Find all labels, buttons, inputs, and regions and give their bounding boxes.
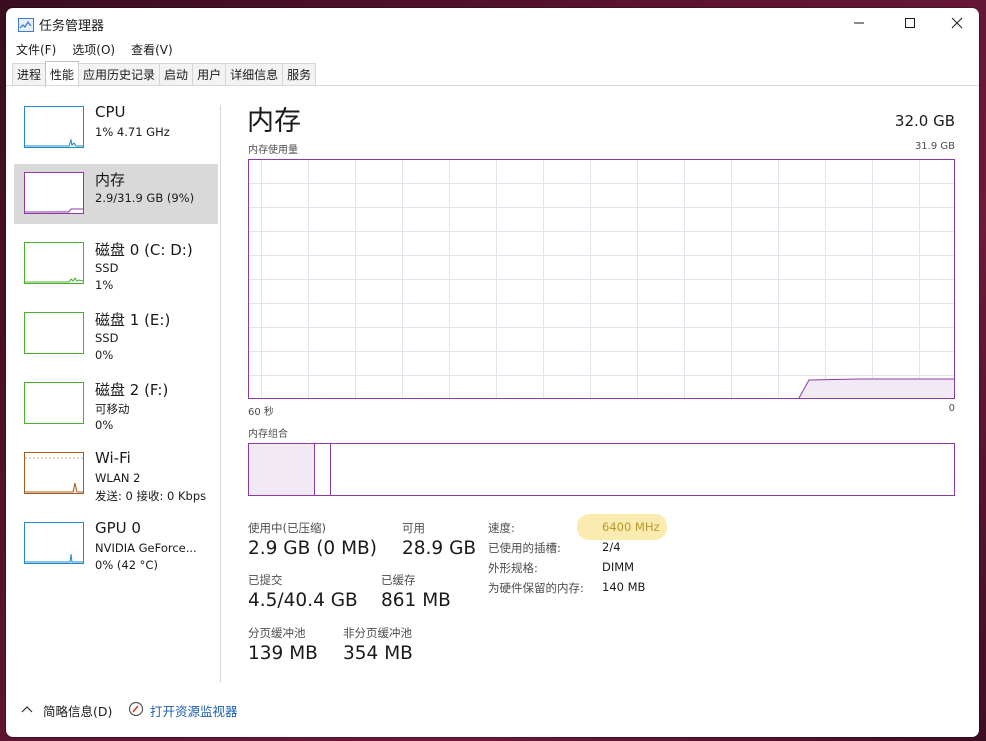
gpu-thumbnail-graph [24,522,84,564]
speed-label: 速度: [488,521,515,535]
speed-value: 6400 MHz [602,520,660,534]
tab-divider [6,85,979,86]
sidebar-divider [220,105,221,683]
cpu-thumbnail-graph [24,106,84,148]
sidebar-item-name: CPU [95,103,126,121]
sidebar-item-wifi[interactable]: Wi-Fi WLAN 2 发送: 0 接收: 0 Kbps [14,444,218,504]
hardware-reserved-label: 为硬件保留的内存: [488,581,584,595]
sidebar-item-detail: WLAN 2 [95,471,141,485]
hardware-reserved-value: 140 MB [602,580,646,594]
tab-processes[interactable]: 进程 [12,63,47,85]
memory-usage-svg [249,160,954,399]
in-use-label: 使用中(已压缩) [248,521,326,535]
sidebar-item-usage: 0% (42 °C) [95,558,158,572]
menu-options[interactable]: 选项(O) [62,39,121,59]
committed-label: 已提交 [248,573,283,587]
close-button[interactable] [934,8,979,38]
total-memory: 32.0 GB [894,112,955,130]
sidebar-item-usage: 1% [95,278,114,292]
sidebar-item-throughput: 发送: 0 接收: 0 Kbps [95,489,207,503]
disk0-thumbnail-graph [24,242,84,284]
available-label: 可用 [402,521,425,535]
nonpaged-pool-label: 非分页缓冲池 [343,626,412,640]
cached-label: 已缓存 [381,573,416,587]
tab-services[interactable]: 服务 [282,63,317,85]
memory-usage-graph [248,159,955,399]
tab-users[interactable]: 用户 [192,63,227,85]
sidebar-item-usage: 0% [95,348,114,362]
open-resource-monitor-link[interactable]: 打开资源监视器 [150,701,238,720]
paged-pool-label: 分页缓冲池 [248,626,306,640]
cached-value: 861 MB [381,590,451,611]
task-manager-icon [18,17,34,36]
resource-monitor-icon[interactable] [128,701,144,720]
chevron-up-icon[interactable] [21,702,33,717]
sidebar-item-gpu[interactable]: GPU 0 NVIDIA GeForce... 0% (42 °C) [14,514,218,574]
wifi-thumbnail-graph [24,452,84,494]
tab-startup[interactable]: 启动 [159,63,194,85]
nonpaged-pool-value: 354 MB [343,643,413,664]
menu-bar: 文件(F) 选项(O) 查看(V) [6,39,179,59]
sidebar-item-detail: SSD [95,261,119,275]
tab-strip: 进程 性能 应用历史记录 启动 用户 详细信息 服务 [12,61,317,87]
form-factor-value: DIMM [602,560,635,574]
time-axis-start: 60 秒 [248,407,274,418]
disk1-thumbnail-graph [24,312,84,354]
form-factor-label: 外形规格: [488,561,538,575]
composition-modified[interactable] [315,444,331,495]
sidebar-item-disk1[interactable]: 磁盘 1 (E:) SSD 0% [14,304,218,364]
title-bar: 任务管理器 [6,8,979,38]
slots-label: 已使用的插槽: [488,541,561,555]
sidebar-item-cpu[interactable]: CPU 1% 4.71 GHz [14,98,218,158]
menu-view[interactable]: 查看(V) [121,39,179,59]
usage-graph-label: 内存使用量 [248,145,298,156]
sidebar-item-detail: 可移动 [95,402,130,416]
task-manager-window: 任务管理器 文件(F) 选项(O) 查看(V) 进程 性能 应用历史记录 启动 … [6,8,979,737]
paged-pool-value: 139 MB [248,643,318,664]
fewer-details-button[interactable]: 简略信息(D) [43,701,112,720]
tab-app-history[interactable]: 应用历史记录 [78,63,161,85]
committed-value: 4.5/40.4 GB [248,590,358,611]
tab-details[interactable]: 详细信息 [225,63,284,85]
sidebar-item-memory[interactable]: 内存 2.9/31.9 GB (9%) [14,164,218,224]
time-axis-end: 0 [948,403,955,414]
footer-bar: 简略信息(D) 打开资源监视器 [6,698,979,722]
memory-thumbnail-graph [24,172,84,214]
sidebar-item-disk0[interactable]: 磁盘 0 (C: D:) SSD 1% [14,234,218,294]
window-title: 任务管理器 [39,19,105,34]
sidebar-item-name: 磁盘 1 (E:) [95,311,171,329]
page-title: 内存 [247,106,301,137]
sidebar-item-name: 内存 [95,171,126,189]
tab-performance[interactable]: 性能 [45,61,80,87]
composition-in-use[interactable] [249,444,315,495]
usage-graph-max: 31.9 GB [914,141,955,152]
sidebar-item-detail: SSD [95,331,119,345]
maximize-button[interactable] [887,8,933,38]
sidebar-item-detail: NVIDIA GeForce... [95,541,197,555]
sidebar-item-detail: 2.9/31.9 GB (9%) [95,191,195,205]
slots-value: 2/4 [602,540,621,554]
memory-composition-bar [248,443,955,496]
sidebar-item-name: GPU 0 [95,519,141,537]
sidebar-item-name: 磁盘 0 (C: D:) [95,241,193,259]
minimize-button[interactable] [836,8,882,38]
in-use-value: 2.9 GB (0 MB) [248,538,377,559]
disk2-thumbnail-graph [24,382,84,424]
sidebar-item-name: 磁盘 2 (F:) [95,381,169,399]
sidebar-item-detail: 1% 4.71 GHz [95,125,170,139]
sidebar-item-usage: 0% [95,418,114,432]
sidebar-item-disk2[interactable]: 磁盘 2 (F:) 可移动 0% [14,374,218,434]
menu-file[interactable]: 文件(F) [6,39,62,59]
composition-label: 内存组合 [248,429,288,440]
available-value: 28.9 GB [402,538,477,559]
sidebar-item-name: Wi-Fi [95,449,131,467]
